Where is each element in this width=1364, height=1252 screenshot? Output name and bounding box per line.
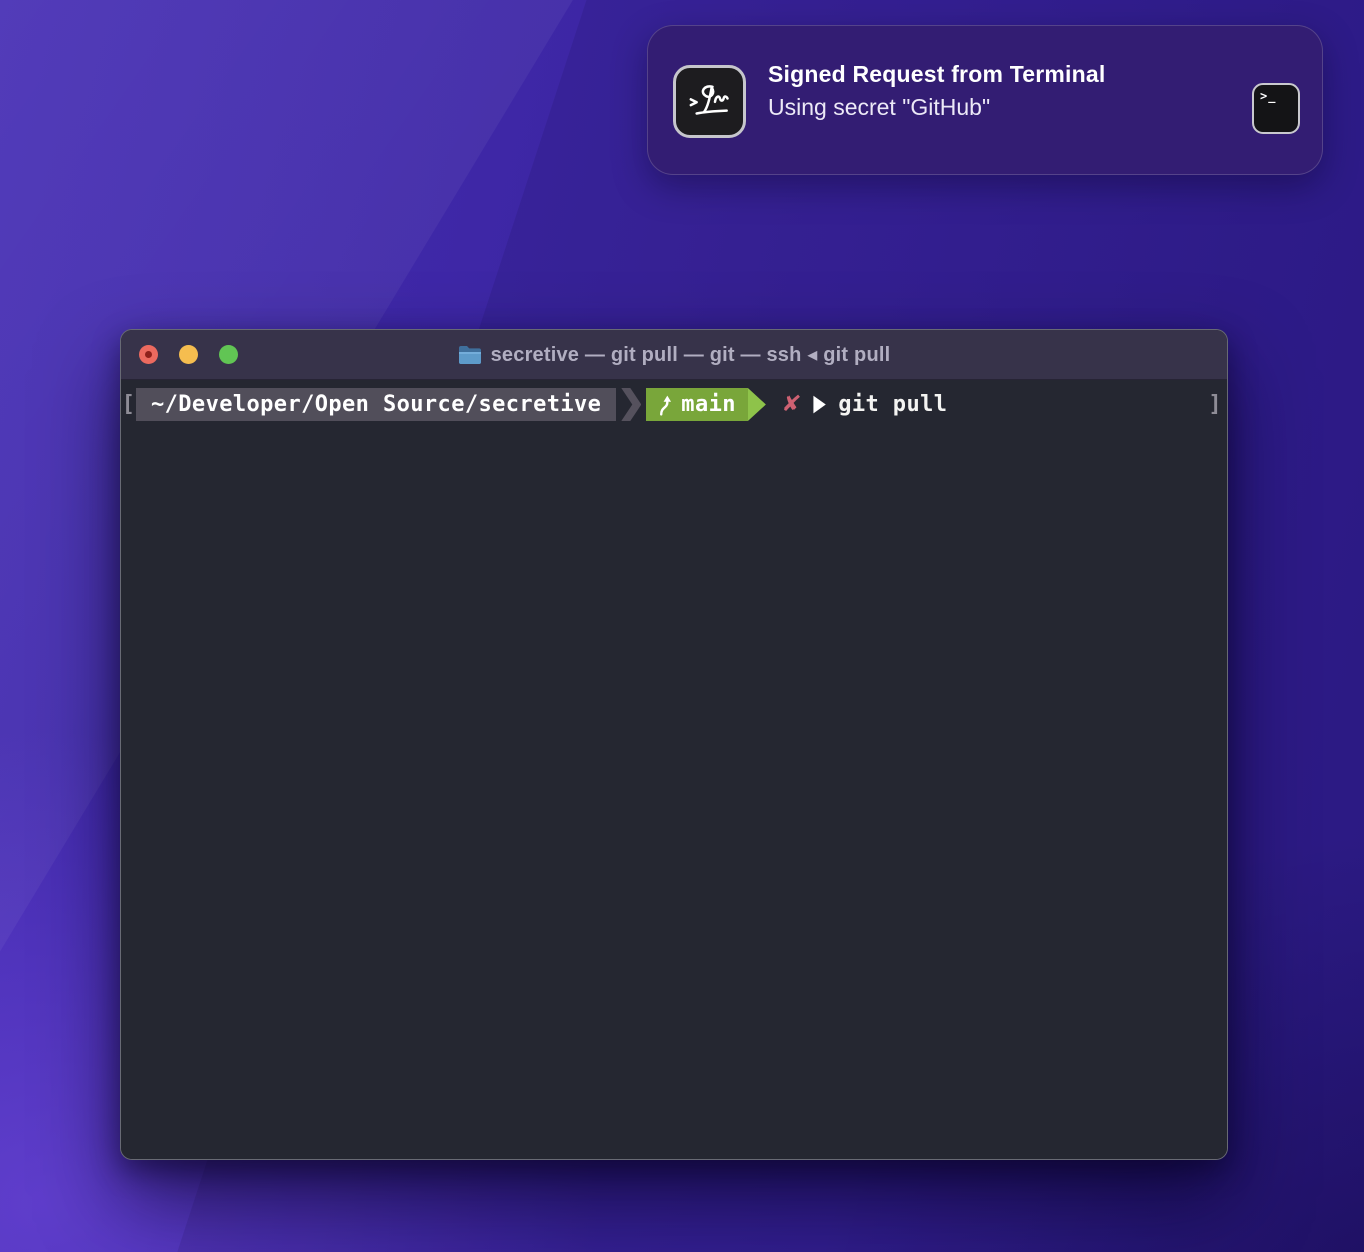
window-title-label: secretive — git pull — git — ssh ◂ git p…: [491, 343, 891, 367]
terminal-content[interactable]: [ ~/Developer/Open Source/secretive main…: [121, 380, 1227, 1159]
git-branch-segment: main: [646, 388, 748, 421]
branch-arrow-cap-icon: [748, 388, 766, 421]
cwd-segment: ~/Developer/Open Source/secretive: [136, 388, 616, 421]
prompt-close-bracket: ]: [1208, 388, 1222, 421]
minimize-button[interactable]: [179, 345, 198, 364]
powerline-separator-icon: [621, 388, 641, 421]
secretive-signature-icon: [673, 65, 746, 138]
prompt-open-bracket: [: [121, 388, 136, 421]
terminal-window: secretive — git pull — git — ssh ◂ git p…: [120, 329, 1228, 1160]
traffic-lights: [139, 330, 238, 379]
folder-icon: [458, 345, 482, 365]
notification-text: Signed Request from Terminal Using secre…: [768, 58, 1252, 124]
window-title: secretive — git pull — git — ssh ◂ git p…: [458, 343, 891, 367]
zoom-button[interactable]: [219, 345, 238, 364]
git-branch-label: main: [681, 388, 736, 421]
error-status-mark: ✘: [780, 388, 803, 421]
close-button[interactable]: [139, 345, 158, 364]
terminal-app-icon: >_: [1252, 83, 1300, 134]
notification-banner[interactable]: Signed Request from Terminal Using secre…: [647, 25, 1323, 175]
git-branch-icon: [657, 394, 672, 416]
window-titlebar[interactable]: secretive — git pull — git — ssh ◂ git p…: [121, 330, 1227, 380]
typed-command: git pull: [838, 388, 947, 421]
notification-title: Signed Request from Terminal: [768, 58, 1252, 91]
prompt-caret-icon: ▶: [813, 382, 826, 427]
notification-subtitle: Using secret "GitHub": [768, 91, 1252, 124]
signature-glyph: [685, 76, 735, 126]
terminal-prompt-glyph: >_: [1260, 89, 1276, 103]
shell-prompt-line: [ ~/Developer/Open Source/secretive main…: [121, 388, 1227, 421]
